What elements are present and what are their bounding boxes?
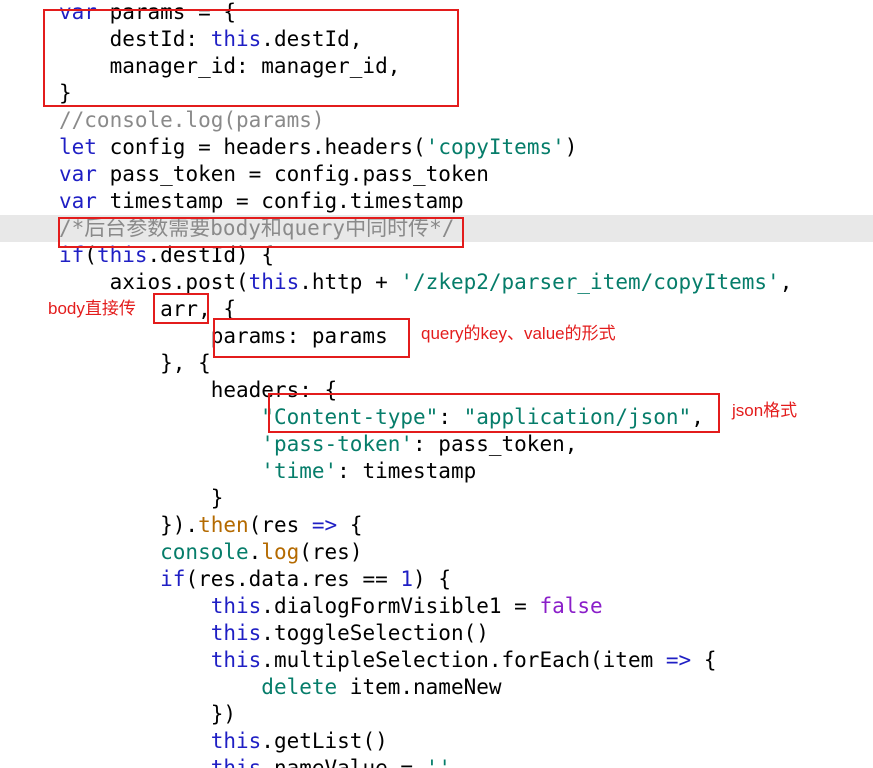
code-token: ) { xyxy=(413,567,451,591)
code-token: (res xyxy=(248,513,312,537)
code-token: .http + xyxy=(299,270,401,294)
code-line[interactable]: var timestamp = config.timestamp xyxy=(59,188,464,215)
code-token: this xyxy=(210,756,262,768)
code-line[interactable]: axios.post(this.http + '/zkep2/parser_it… xyxy=(59,269,793,296)
arr-box xyxy=(153,293,209,324)
content-type-box xyxy=(268,393,720,433)
code-token: 'time' xyxy=(261,459,338,483)
code-token: 1 xyxy=(400,567,414,591)
code-token: then xyxy=(198,513,249,537)
code-line[interactable]: this.dialogFormVisible1 = false xyxy=(59,593,603,620)
code-token: config = headers.headers( xyxy=(96,135,426,159)
code-token: log xyxy=(261,540,300,564)
code-token: => xyxy=(665,648,692,672)
code-editor[interactable]: var params = { destId: this.destId, mana… xyxy=(0,0,873,768)
code-token: pass_token = config.pass_token xyxy=(96,162,489,186)
code-token: var xyxy=(59,189,97,213)
params-query-box xyxy=(213,318,410,358)
code-token: , xyxy=(779,270,793,294)
code-token: } xyxy=(59,486,224,510)
code-token: this xyxy=(210,729,262,753)
code-token: : timestamp xyxy=(337,459,477,483)
code-line[interactable]: //console.log(params) xyxy=(59,107,325,134)
code-line[interactable]: this.toggleSelection() xyxy=(59,620,489,647)
code-token: .multipleSelection.forEach(item xyxy=(261,648,666,672)
code-token: .nameValue = xyxy=(261,756,426,768)
code-token: (res) xyxy=(299,540,363,564)
code-line[interactable]: delete item.nameNew xyxy=(59,674,502,701)
code-line[interactable]: }, { xyxy=(59,350,211,377)
code-token: .dialogFormVisible1 = xyxy=(261,594,540,618)
code-token: var xyxy=(59,162,97,186)
code-token: '/zkep2/parser_item/copyItems' xyxy=(400,270,780,294)
code-token: if xyxy=(59,567,186,591)
code-token: //console.log(params) xyxy=(59,108,325,132)
code-token: { xyxy=(691,648,717,672)
code-token: }). xyxy=(59,513,199,537)
code-token: .getList() xyxy=(261,729,388,753)
code-token: timestamp = config.timestamp xyxy=(96,189,464,213)
code-token: '' xyxy=(425,756,451,768)
code-line[interactable]: this.getList() xyxy=(59,728,388,755)
code-token: this xyxy=(210,648,262,672)
body-annotation-label: body直接传 xyxy=(48,299,136,318)
code-token: false xyxy=(539,594,603,618)
code-line[interactable]: if(res.data.res == 1) { xyxy=(59,566,451,593)
code-token: 'copyItems' xyxy=(425,135,565,159)
code-line[interactable]: this.nameValue = '' xyxy=(59,755,451,768)
code-token: => xyxy=(311,513,338,537)
params-object-box xyxy=(43,9,459,107)
code-token: .toggleSelection() xyxy=(261,621,489,645)
code-line[interactable]: this.multipleSelection.forEach(item => { xyxy=(59,647,717,674)
code-token: 'pass-token' xyxy=(261,432,414,456)
json-annotation-label: json格式 xyxy=(732,401,798,420)
code-line[interactable]: var pass_token = config.pass_token xyxy=(59,161,489,188)
code-token: console xyxy=(59,540,249,564)
code-token: : pass_token, xyxy=(413,432,578,456)
code-line[interactable]: }).then(res => { xyxy=(59,512,362,539)
code-line[interactable]: console.log(res) xyxy=(59,539,362,566)
comment-box xyxy=(58,217,464,248)
code-token: this xyxy=(210,621,262,645)
code-token: (res.data.res == xyxy=(185,567,401,591)
code-token: { xyxy=(337,513,363,537)
code-token: . xyxy=(248,540,262,564)
code-token: ) xyxy=(564,135,578,159)
code-token: axios.post( xyxy=(59,270,249,294)
code-token: this xyxy=(210,594,262,618)
code-token: let xyxy=(59,135,97,159)
code-token: }, { xyxy=(59,351,211,375)
code-token: delete xyxy=(261,675,338,699)
code-line[interactable]: let config = headers.headers('copyItems'… xyxy=(59,134,577,161)
code-token: }) xyxy=(59,702,237,726)
code-line[interactable]: }) xyxy=(59,701,236,728)
code-line[interactable]: 'time': timestamp xyxy=(59,458,476,485)
code-token: this xyxy=(248,270,300,294)
code-line[interactable]: } xyxy=(59,485,224,512)
code-line[interactable]: 'pass-token': pass_token, xyxy=(59,431,577,458)
code-token: item.nameNew xyxy=(337,675,502,699)
query-annotation-label: query的key、value的形式 xyxy=(421,324,616,343)
